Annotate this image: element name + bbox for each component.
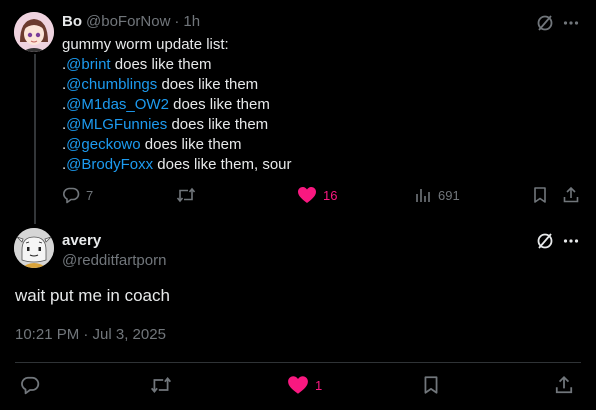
parent-view-count: 691 <box>438 187 460 203</box>
main-timestamp[interactable]: 10:21 PM · Jul 3, 2025 <box>15 326 166 343</box>
heart-filled-icon <box>288 376 308 394</box>
avatar-bo-illustration <box>14 12 54 52</box>
parent-body: gummy worm update list: .@brint does lik… <box>62 35 292 175</box>
parent-more-button[interactable] <box>561 13 581 33</box>
main-like-button[interactable]: 1 <box>287 375 322 395</box>
parent-line-4: .@MLGFunnies does like them <box>62 116 269 133</box>
mention-link[interactable]: @MLGFunnies <box>66 116 167 133</box>
main-share-button[interactable] <box>554 375 574 395</box>
parent-reply-count: 7 <box>86 187 94 203</box>
parent-author-handle[interactable]: @boForNow <box>86 13 170 30</box>
parent-views-button[interactable]: 691 <box>414 186 460 204</box>
heart-filled-icon <box>298 187 316 203</box>
mention-link[interactable]: @brint <box>66 56 110 73</box>
more-icon <box>563 239 579 243</box>
parent-like-button[interactable]: 16 <box>297 186 337 204</box>
parent-line-1: .@brint does like them <box>62 56 212 73</box>
main-author-name[interactable]: avery <box>62 232 101 249</box>
parent-like-count: 16 <box>323 187 338 203</box>
reply-icon <box>21 376 40 395</box>
parent-time[interactable]: 1h <box>183 13 200 30</box>
parent-header: Bo @boForNow · 1h <box>62 13 200 30</box>
avatar-avery[interactable] <box>14 228 54 268</box>
main-grok-button[interactable] <box>535 231 555 251</box>
parent-bookmark-button[interactable] <box>531 186 549 204</box>
avatar-avery-illustration <box>14 228 54 268</box>
main-author-handle[interactable]: @redditfartporn <box>62 252 166 269</box>
thread-connector <box>34 54 36 224</box>
parent-retweet-button[interactable] <box>176 186 196 204</box>
parent-line-5: .@geckowo does like them <box>62 136 242 153</box>
share-icon <box>555 375 573 394</box>
retweet-icon <box>176 187 196 203</box>
parent-share-button[interactable] <box>562 186 580 204</box>
bookmark-icon <box>424 376 438 394</box>
mention-link[interactable]: @BrodyFoxx <box>66 156 153 173</box>
bookmark-icon <box>534 187 546 203</box>
parent-dot: · <box>174 13 180 30</box>
avatar-bo[interactable] <box>14 12 54 52</box>
parent-author-name[interactable]: Bo <box>62 13 82 30</box>
main-more-button[interactable] <box>561 231 581 251</box>
parent-reply-button[interactable]: 7 <box>62 186 93 204</box>
main-post-text: wait put me in coach <box>15 286 170 305</box>
parent-grok-button[interactable] <box>535 13 555 33</box>
retweet-icon <box>150 377 172 393</box>
grok-icon <box>537 233 553 249</box>
mention-link[interactable]: @chumblings <box>66 76 157 93</box>
mention-link[interactable]: @geckowo <box>66 136 140 153</box>
mention-link[interactable]: @M1das_OW2 <box>66 96 169 113</box>
parent-line-6: .@BrodyFoxx does like them, sour <box>62 156 292 173</box>
views-icon <box>416 189 430 202</box>
parent-line-2: .@chumblings does like them <box>62 76 259 93</box>
more-icon <box>563 21 579 25</box>
parent-line-3: .@M1das_OW2 does like them <box>62 96 270 113</box>
main-bookmark-button[interactable] <box>421 375 441 395</box>
main-reply-button[interactable] <box>20 375 40 395</box>
parent-line-0: gummy worm update list: <box>62 36 229 53</box>
grok-icon <box>537 15 553 31</box>
main-retweet-button[interactable] <box>150 375 172 395</box>
reply-icon <box>63 187 80 204</box>
main-like-count: 1 <box>315 377 323 393</box>
share-icon <box>563 186 579 203</box>
divider <box>15 362 581 363</box>
